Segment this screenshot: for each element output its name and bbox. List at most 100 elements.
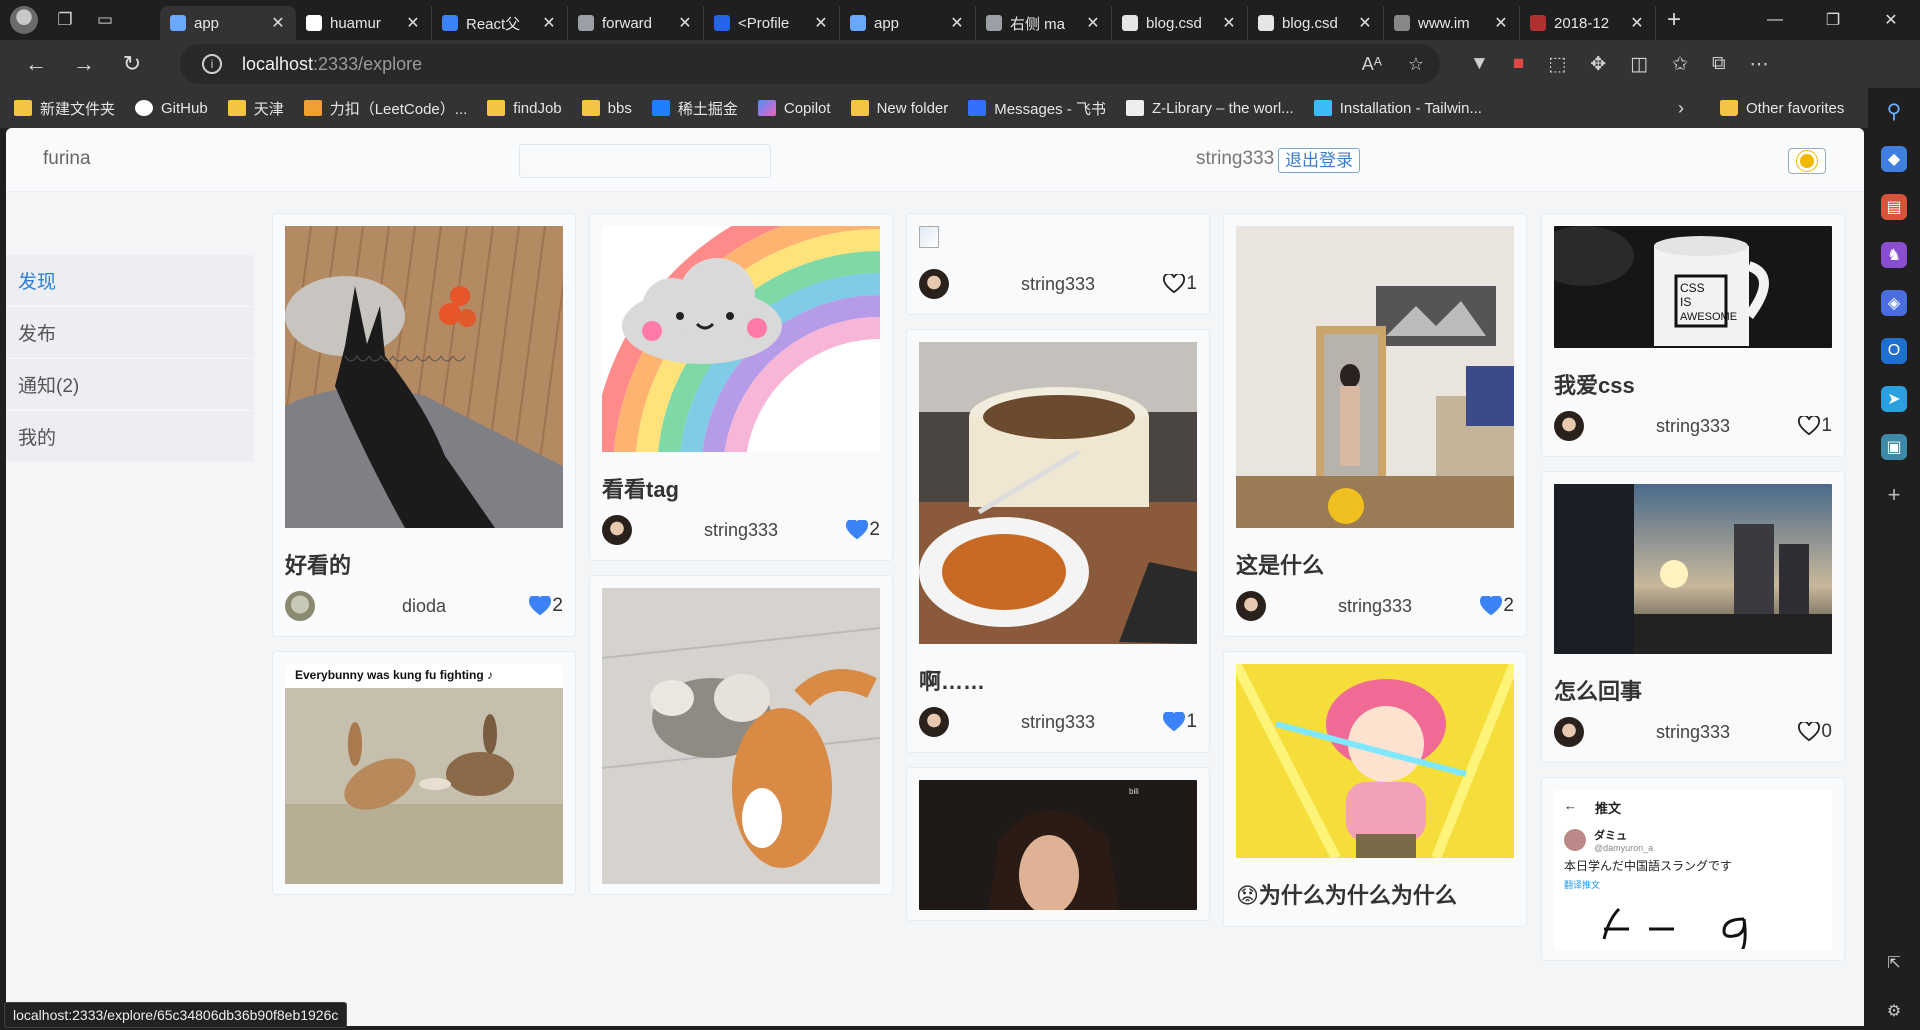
- split-screen-icon[interactable]: ◫: [1630, 53, 1648, 76]
- post-author[interactable]: dioda: [285, 596, 563, 617]
- tab-close-icon[interactable]: ✕: [1085, 13, 1101, 33]
- browser-tab[interactable]: <Profile ✕: [704, 6, 840, 40]
- post-author[interactable]: string333: [1554, 722, 1832, 743]
- read-aloud-icon[interactable]: Aᴬ: [1362, 54, 1382, 75]
- post-image[interactable]: [1554, 484, 1832, 654]
- tab-close-icon[interactable]: ✕: [1493, 13, 1509, 33]
- favorites-icon[interactable]: ✩: [1672, 53, 1688, 76]
- browser-tab[interactable]: app ✕: [160, 6, 296, 40]
- collections-icon[interactable]: ⧉: [1712, 53, 1726, 75]
- like-button[interactable]: 1: [1798, 415, 1832, 437]
- settings-gear-icon[interactable]: ⚙: [1881, 998, 1907, 1024]
- favorite-link[interactable]: GitHub: [135, 100, 208, 117]
- heart-filled-icon[interactable]: [1480, 596, 1503, 616]
- browser-tab[interactable]: 2018-12 ✕: [1520, 6, 1656, 40]
- like-button[interactable]: 2: [846, 519, 880, 541]
- avatar[interactable]: [1236, 591, 1266, 621]
- maximize-button[interactable]: ❐: [1804, 0, 1862, 40]
- minimize-button[interactable]: —: [1746, 0, 1804, 40]
- close-window-button[interactable]: ✕: [1862, 0, 1920, 40]
- post-title[interactable]: 看看tag: [602, 472, 880, 504]
- screenshot-icon[interactable]: ⬚: [1548, 53, 1566, 76]
- address-bar[interactable]: i localhost:2333/explore Aᴬ ☆: [180, 44, 1440, 84]
- avatar[interactable]: [1554, 411, 1584, 441]
- forward-button[interactable]: →: [60, 44, 108, 84]
- browser-tab[interactable]: huamur ✕: [296, 6, 432, 40]
- post-card[interactable]: 好看的 dioda 2: [272, 213, 576, 637]
- tab-close-icon[interactable]: ✕: [677, 13, 693, 33]
- search-input[interactable]: [519, 144, 771, 178]
- tools-icon[interactable]: ▤: [1881, 194, 1907, 220]
- avatar[interactable]: [1554, 717, 1584, 747]
- post-card[interactable]: 看看tag string333 2: [589, 213, 893, 561]
- post-image[interactable]: [602, 588, 880, 884]
- browser-tab[interactable]: React父 ✕: [432, 6, 568, 40]
- post-image[interactable]: [285, 226, 563, 528]
- heart-filled-icon[interactable]: [529, 596, 552, 616]
- heart-outline-icon[interactable]: [1798, 722, 1821, 742]
- post-title[interactable]: 啊……: [919, 664, 1197, 696]
- favorite-link[interactable]: Messages - 飞书: [968, 98, 1106, 119]
- post-image[interactable]: [919, 226, 1197, 254]
- tab-close-icon[interactable]: ✕: [541, 13, 557, 33]
- post-card[interactable]: CSS IS AWESOME 我爱css string333 1: [1541, 213, 1845, 457]
- favorite-link[interactable]: Z-Library – the worl...: [1125, 100, 1294, 117]
- games-icon[interactable]: ♞: [1881, 242, 1907, 268]
- browser-tab[interactable]: app ✕: [840, 6, 976, 40]
- open-external-icon[interactable]: ⇱: [1881, 950, 1907, 976]
- heart-filled-icon[interactable]: [1163, 712, 1186, 732]
- tag-icon[interactable]: ◆: [1881, 146, 1907, 172]
- heart-filled-icon[interactable]: [846, 520, 869, 540]
- avatar[interactable]: [602, 515, 632, 545]
- post-image[interactable]: CSS IS AWESOME: [1554, 226, 1832, 348]
- theme-toggle-button[interactable]: [1788, 148, 1826, 174]
- favorite-link[interactable]: bbs: [581, 100, 632, 117]
- post-card[interactable]: 😟为什么为什么为什么: [1223, 651, 1527, 927]
- add-panel-icon[interactable]: +: [1881, 482, 1907, 508]
- post-title[interactable]: 我爱css: [1554, 368, 1832, 400]
- more-menu-icon[interactable]: ⋯: [1750, 53, 1769, 76]
- copilot-icon[interactable]: ◈: [1881, 290, 1907, 316]
- favorite-link[interactable]: New folder: [850, 100, 948, 117]
- post-image[interactable]: [1236, 664, 1514, 858]
- post-image[interactable]: ← 推文 ダミュ @damyuron_a 本日学んだ中国語スラングです 翻译推文: [1554, 790, 1832, 950]
- nav-item[interactable]: 通知(2): [6, 359, 254, 411]
- browser-tab[interactable]: forward ✕: [568, 6, 704, 40]
- like-button[interactable]: 2: [1480, 595, 1514, 617]
- like-button[interactable]: 0: [1798, 721, 1832, 743]
- tab-close-icon[interactable]: ✕: [1629, 13, 1645, 33]
- post-title[interactable]: 怎么回事: [1554, 674, 1832, 706]
- favorite-link[interactable]: Copilot: [757, 100, 831, 117]
- post-image[interactable]: bili: [919, 780, 1197, 910]
- post-card[interactable]: [589, 575, 893, 895]
- refresh-button[interactable]: ↻: [108, 44, 156, 84]
- post-card[interactable]: ← 推文 ダミュ @damyuron_a 本日学んだ中国語スラングです 翻译推文: [1541, 777, 1845, 961]
- search-icon[interactable]: ⚲: [1881, 98, 1907, 124]
- post-title[interactable]: 这是什么: [1236, 548, 1514, 580]
- tab-close-icon[interactable]: ✕: [270, 13, 286, 33]
- post-card[interactable]: 啊…… string333 1: [906, 329, 1210, 753]
- favorite-link[interactable]: findJob: [487, 100, 562, 117]
- like-button[interactable]: 1: [1163, 711, 1197, 733]
- browser-tab[interactable]: 右侧 ma ✕: [976, 6, 1112, 40]
- tab-close-icon[interactable]: ✕: [813, 13, 829, 33]
- logout-button[interactable]: 退出登录: [1278, 148, 1360, 173]
- nav-item[interactable]: 我的: [6, 411, 254, 463]
- tab-close-icon[interactable]: ✕: [405, 13, 421, 33]
- telegram-icon[interactable]: ➤: [1881, 386, 1907, 412]
- post-card[interactable]: 怎么回事 string333 0: [1541, 471, 1845, 763]
- tab-close-icon[interactable]: ✕: [1357, 13, 1373, 33]
- post-image[interactable]: [919, 342, 1197, 644]
- post-title[interactable]: 😟为什么为什么为什么: [1236, 878, 1514, 910]
- nav-item[interactable]: 发布: [6, 307, 254, 359]
- favorite-link[interactable]: 稀土掘金: [651, 98, 738, 119]
- vue-devtools-icon[interactable]: ▼: [1470, 53, 1489, 75]
- browser-tab[interactable]: www.im ✕: [1384, 6, 1520, 40]
- favorite-link[interactable]: Installation - Tailwin...: [1313, 100, 1482, 117]
- post-card[interactable]: bili: [906, 767, 1210, 921]
- brand-logo-text[interactable]: furina: [43, 148, 91, 170]
- browser-tab[interactable]: blog.csd ✕: [1248, 6, 1384, 40]
- post-card[interactable]: Everybunny was kung fu fighting ♪: [272, 651, 576, 895]
- tab-actions-icon[interactable]: ▭: [92, 7, 118, 33]
- tab-close-icon[interactable]: ✕: [949, 13, 965, 33]
